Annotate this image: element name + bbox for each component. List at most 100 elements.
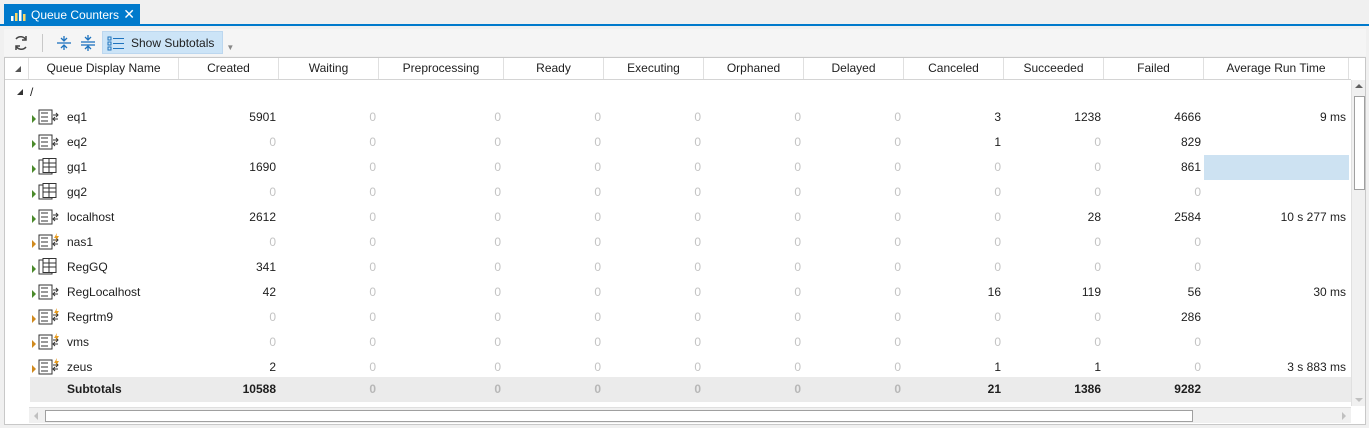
cell-created[interactable]: 5901: [179, 105, 279, 130]
cell-failed[interactable]: 0: [1104, 255, 1204, 280]
scroll-right-arrow-icon[interactable]: [1342, 412, 1346, 420]
cell-delayed[interactable]: 0: [804, 205, 904, 230]
vertical-scroll-thumb[interactable]: [1354, 96, 1365, 190]
cell-succeeded[interactable]: 0: [1004, 330, 1104, 355]
cell-preprocessing[interactable]: 0: [379, 130, 504, 155]
cell-executing[interactable]: 0: [604, 205, 704, 230]
cell-executing[interactable]: 0: [604, 255, 704, 280]
cell-preprocessing[interactable]: 0: [379, 230, 504, 255]
cell-executing[interactable]: 0: [604, 180, 704, 205]
expand-row-icon[interactable]: [32, 215, 36, 223]
cell-created[interactable]: 42: [179, 280, 279, 305]
cell-waiting[interactable]: 0: [279, 305, 379, 330]
cell-preprocessing[interactable]: 0: [379, 280, 504, 305]
cell-succeeded[interactable]: 0: [1004, 180, 1104, 205]
cell-created[interactable]: 1690: [179, 155, 279, 180]
table-row[interactable]: RegGQ 341 0 0 0 0 0 0 0 0 0: [5, 255, 1351, 280]
cell-preprocessing[interactable]: 0: [379, 305, 504, 330]
table-row[interactable]: eq2 0 0 0 0 0 0 0 1 0 829: [5, 130, 1351, 155]
scroll-left-arrow-icon[interactable]: [34, 412, 38, 420]
cell-ready[interactable]: 0: [504, 105, 604, 130]
expanded-triangle-icon[interactable]: [17, 89, 23, 95]
close-icon[interactable]: ✕: [123, 6, 135, 22]
cell-waiting[interactable]: 0: [279, 230, 379, 255]
cell-canceled[interactable]: 3: [904, 105, 1004, 130]
refresh-button[interactable]: [8, 31, 34, 54]
cell-failed[interactable]: 2584: [1104, 205, 1204, 230]
expand-row-icon[interactable]: [32, 340, 36, 348]
cell-preprocessing[interactable]: 0: [379, 330, 504, 355]
expand-row-icon[interactable]: [32, 190, 36, 198]
cell-waiting[interactable]: 0: [279, 105, 379, 130]
toolbar-overflow-button[interactable]: ▼: [225, 31, 235, 54]
cell-average-run-time[interactable]: 10 s 277 ms: [1204, 205, 1349, 230]
cell-orphaned[interactable]: 0: [704, 305, 804, 330]
cell-failed[interactable]: 829: [1104, 130, 1204, 155]
cell-executing[interactable]: 0: [604, 280, 704, 305]
column-header-preprocessing[interactable]: Preprocessing: [379, 58, 504, 79]
cell-executing[interactable]: 0: [604, 105, 704, 130]
scroll-up-arrow-icon[interactable]: [1355, 84, 1363, 88]
expand-row-icon[interactable]: [32, 365, 36, 373]
expand-row-icon[interactable]: [32, 290, 36, 298]
cell-succeeded[interactable]: 119: [1004, 280, 1104, 305]
cell-delayed[interactable]: 0: [804, 230, 904, 255]
cell-orphaned[interactable]: 0: [704, 255, 804, 280]
cell-ready[interactable]: 0: [504, 205, 604, 230]
cell-waiting[interactable]: 0: [279, 255, 379, 280]
table-row[interactable]: RegLocalhost 42 0 0 0 0 0 0 16 119 56 30 ms: [5, 280, 1351, 305]
cell-canceled[interactable]: 0: [904, 330, 1004, 355]
cell-orphaned[interactable]: 0: [704, 280, 804, 305]
cell-average-run-time[interactable]: [1204, 180, 1349, 205]
cell-preprocessing[interactable]: 0: [379, 180, 504, 205]
cell-average-run-time[interactable]: [1204, 130, 1349, 155]
cell-canceled[interactable]: 0: [904, 255, 1004, 280]
column-header-succeeded[interactable]: Succeeded: [1004, 58, 1104, 79]
cell-created[interactable]: 0: [179, 130, 279, 155]
cell-ready[interactable]: 0: [504, 230, 604, 255]
cell-created[interactable]: 0: [179, 330, 279, 355]
cell-succeeded[interactable]: 1238: [1004, 105, 1104, 130]
cell-ready[interactable]: 0: [504, 330, 604, 355]
table-row[interactable]: eq1 5901 0 0 0 0 0 0 3 1238 4666 9 ms: [5, 105, 1351, 130]
cell-created[interactable]: 0: [179, 180, 279, 205]
cell-delayed[interactable]: 0: [804, 180, 904, 205]
collapse-all-button[interactable]: [76, 31, 100, 54]
cell-average-run-time[interactable]: [1204, 230, 1349, 255]
column-header-canceled[interactable]: Canceled: [904, 58, 1004, 79]
cell-succeeded[interactable]: 28: [1004, 205, 1104, 230]
show-subtotals-toggle[interactable]: Show Subtotals: [102, 31, 224, 54]
column-header-queue-display-name[interactable]: Queue Display Name: [29, 58, 179, 79]
table-row[interactable]: nas1 0 0 0 0 0 0 0 0 0 0: [5, 230, 1351, 255]
cell-canceled[interactable]: 1: [904, 130, 1004, 155]
cell-average-run-time[interactable]: 9 ms: [1204, 105, 1349, 130]
cell-ready[interactable]: 0: [504, 180, 604, 205]
horizontal-scroll-thumb[interactable]: [45, 410, 1193, 422]
cell-delayed[interactable]: 0: [804, 105, 904, 130]
cell-orphaned[interactable]: 0: [704, 105, 804, 130]
cell-preprocessing[interactable]: 0: [379, 205, 504, 230]
cell-preprocessing[interactable]: 0: [379, 155, 504, 180]
cell-orphaned[interactable]: 0: [704, 205, 804, 230]
cell-created[interactable]: 2612: [179, 205, 279, 230]
expand-row-icon[interactable]: [32, 115, 36, 123]
cell-waiting[interactable]: 0: [279, 205, 379, 230]
column-header-orphaned[interactable]: Orphaned: [704, 58, 804, 79]
cell-average-run-time[interactable]: [1204, 255, 1349, 280]
table-row[interactable]: Regrtm9 0 0 0 0 0 0 0 0 0 286: [5, 305, 1351, 330]
cell-waiting[interactable]: 0: [279, 280, 379, 305]
cell-average-run-time[interactable]: [1204, 330, 1349, 355]
column-header-waiting[interactable]: Waiting: [279, 58, 379, 79]
cell-delayed[interactable]: 0: [804, 130, 904, 155]
cell-delayed[interactable]: 0: [804, 155, 904, 180]
column-header-average-run-time[interactable]: Average Run Time: [1204, 58, 1349, 79]
cell-orphaned[interactable]: 0: [704, 180, 804, 205]
cell-canceled[interactable]: 16: [904, 280, 1004, 305]
cell-failed[interactable]: 286: [1104, 305, 1204, 330]
cell-executing[interactable]: 0: [604, 305, 704, 330]
cell-executing[interactable]: 0: [604, 230, 704, 255]
tab-queue-counters[interactable]: Queue Counters ✕: [4, 4, 140, 25]
cell-executing[interactable]: 0: [604, 155, 704, 180]
cell-waiting[interactable]: 0: [279, 180, 379, 205]
cell-canceled[interactable]: 0: [904, 180, 1004, 205]
